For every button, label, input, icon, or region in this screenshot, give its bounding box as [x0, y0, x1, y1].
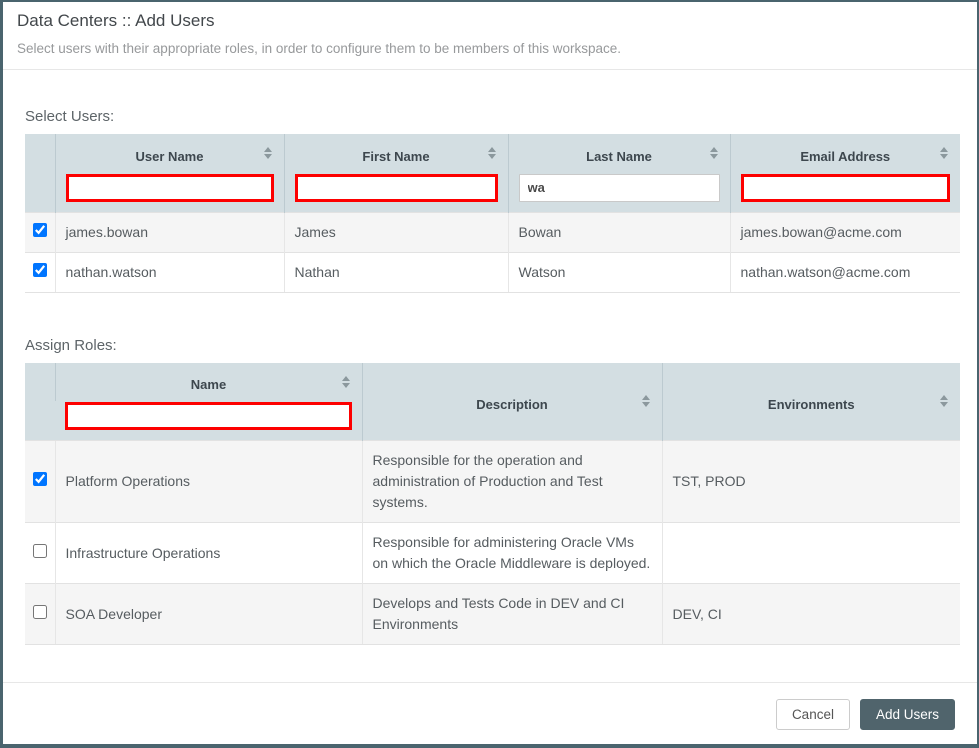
role-description-cell: Develops and Tests Code in DEV and CI En…: [362, 584, 662, 645]
users-col-header-email-label: Email Address: [800, 149, 890, 164]
role-name-cell: Infrastructure Operations: [55, 523, 362, 584]
users-filter-row-spacer: [25, 172, 55, 212]
sort-icon[interactable]: [642, 395, 650, 407]
role-row-checkbox-cell: [25, 441, 55, 523]
role-name-filter-input[interactable]: [65, 402, 352, 430]
table-row: james.bowan James Bowan james.bowan@acme…: [25, 212, 960, 252]
roles-col-header-name-label: Name: [191, 377, 226, 392]
role-row-checkbox[interactable]: [33, 472, 47, 486]
sort-icon[interactable]: [342, 376, 350, 388]
sort-icon[interactable]: [488, 147, 496, 159]
user-row-checkbox[interactable]: [33, 223, 47, 237]
table-row: Platform Operations Responsible for the …: [25, 441, 960, 523]
email-filter-input[interactable]: [741, 174, 951, 202]
users-col-header-email[interactable]: Email Address: [730, 134, 960, 172]
users-table: User Name First Name Last Name Email Add…: [25, 134, 960, 293]
dialog-header: Data Centers :: Add Users Select users w…: [3, 2, 977, 70]
users-checkbox-column-header: [25, 134, 55, 172]
table-row: SOA Developer Develops and Tests Code in…: [25, 584, 960, 645]
role-row-checkbox-cell: [25, 523, 55, 584]
users-filter-cell-first-name: [284, 172, 508, 212]
roles-col-header-name[interactable]: Name: [55, 363, 362, 401]
dialog-subtitle: Select users with their appropriate role…: [17, 41, 963, 56]
roles-table: Name Description Environments: [25, 363, 960, 646]
sort-icon[interactable]: [264, 147, 272, 159]
last-name-cell: Watson: [508, 252, 730, 292]
roles-col-header-description-label: Description: [476, 397, 548, 412]
roles-col-header-environments-label: Environments: [768, 397, 855, 412]
dialog-footer: Cancel Add Users: [3, 682, 977, 745]
role-environments-cell: DEV, CI: [662, 584, 960, 645]
roles-col-header-environments[interactable]: Environments: [662, 363, 960, 441]
user-name-cell: james.bowan: [55, 212, 284, 252]
users-col-header-first-name[interactable]: First Name: [284, 134, 508, 172]
user-row-checkbox-cell: [25, 252, 55, 292]
sort-icon[interactable]: [940, 395, 948, 407]
table-row: Infrastructure Operations Responsible fo…: [25, 523, 960, 584]
page-title: Data Centers :: Add Users: [17, 11, 963, 31]
assign-roles-label: Assign Roles:: [25, 337, 955, 354]
roles-checkbox-column-header: [25, 363, 55, 441]
add-users-dialog: Data Centers :: Add Users Select users w…: [0, 0, 979, 748]
role-name-cell: SOA Developer: [55, 584, 362, 645]
users-filter-cell-last-name: [508, 172, 730, 212]
role-name-cell: Platform Operations: [55, 441, 362, 523]
users-filter-cell-user-name: [55, 172, 284, 212]
dialog-content: Select Users: User Name First Name: [3, 70, 977, 682]
users-col-header-last-name-label: Last Name: [586, 149, 652, 164]
role-row-checkbox[interactable]: [33, 544, 47, 558]
role-description-cell: Responsible for the operation and admini…: [362, 441, 662, 523]
users-col-header-last-name[interactable]: Last Name: [508, 134, 730, 172]
first-name-cell: Nathan: [284, 252, 508, 292]
first-name-filter-input[interactable]: [295, 174, 498, 202]
select-users-label: Select Users:: [25, 108, 955, 125]
users-col-header-first-name-label: First Name: [362, 149, 429, 164]
last-name-cell: Bowan: [508, 212, 730, 252]
sort-icon[interactable]: [940, 147, 948, 159]
table-row: nathan.watson Nathan Watson nathan.watso…: [25, 252, 960, 292]
email-cell: james.bowan@acme.com: [730, 212, 960, 252]
role-environments-cell: TST, PROD: [662, 441, 960, 523]
cancel-button[interactable]: Cancel: [776, 699, 850, 731]
user-row-checkbox-cell: [25, 212, 55, 252]
sort-icon[interactable]: [710, 147, 718, 159]
user-name-filter-input[interactable]: [66, 174, 274, 202]
roles-col-header-description[interactable]: Description: [362, 363, 662, 441]
users-col-header-user-name[interactable]: User Name: [55, 134, 284, 172]
add-users-button[interactable]: Add Users: [860, 699, 955, 731]
users-col-header-user-name-label: User Name: [136, 149, 204, 164]
user-name-cell: nathan.watson: [55, 252, 284, 292]
user-row-checkbox[interactable]: [33, 263, 47, 277]
role-description-cell: Responsible for administering Oracle VMs…: [362, 523, 662, 584]
last-name-filter-input[interactable]: [519, 174, 720, 202]
users-filter-cell-email: [730, 172, 960, 212]
role-row-checkbox[interactable]: [33, 605, 47, 619]
first-name-cell: James: [284, 212, 508, 252]
roles-filter-cell-name: [55, 401, 362, 441]
role-row-checkbox-cell: [25, 584, 55, 645]
role-environments-cell: [662, 523, 960, 584]
email-cell: nathan.watson@acme.com: [730, 252, 960, 292]
